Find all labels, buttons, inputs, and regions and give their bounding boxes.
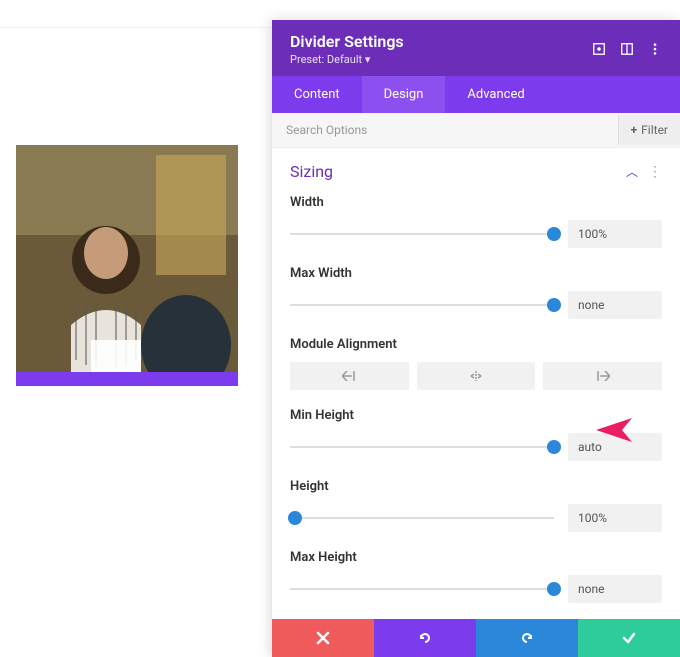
slider-width[interactable] xyxy=(290,226,554,242)
undo-button[interactable] xyxy=(374,619,476,657)
tab-content[interactable]: Content xyxy=(272,76,362,113)
expand-icon[interactable] xyxy=(592,42,606,56)
input-height[interactable]: 100% xyxy=(568,504,662,532)
tab-design[interactable]: Design xyxy=(362,76,446,113)
panel-header: Divider Settings Preset: Default ▾ xyxy=(272,20,680,76)
slider-max-height[interactable] xyxy=(290,581,554,597)
slider-height[interactable] xyxy=(290,510,554,526)
more-icon[interactable] xyxy=(648,42,662,56)
filter-button[interactable]: +Filter xyxy=(618,115,680,145)
section-more-icon[interactable]: ⋮ xyxy=(648,165,662,179)
slider-min-height[interactable] xyxy=(290,439,554,455)
align-center-button[interactable] xyxy=(417,362,536,390)
tab-advanced[interactable]: Advanced xyxy=(445,76,546,113)
input-max-height[interactable]: none xyxy=(568,575,662,603)
collapse-section-icon[interactable]: ︿ xyxy=(626,163,638,180)
slider-max-width[interactable] xyxy=(290,297,554,313)
redo-button[interactable] xyxy=(476,619,578,657)
label-min-height: Min Height xyxy=(290,408,662,423)
section-title-sizing: Sizing xyxy=(290,162,333,181)
module-divider-bar xyxy=(16,372,238,386)
label-max-height: Max Height xyxy=(290,550,662,565)
panel-layout-icon[interactable] xyxy=(620,42,634,56)
preset-selector[interactable]: Preset: Default ▾ xyxy=(290,53,404,66)
content-module[interactable] xyxy=(16,145,238,386)
cancel-button[interactable] xyxy=(272,619,374,657)
panel-title: Divider Settings xyxy=(290,32,404,51)
input-width[interactable]: 100% xyxy=(568,220,662,248)
tabs: Content Design Advanced xyxy=(272,76,680,113)
confirm-button[interactable] xyxy=(578,619,680,657)
search-row: Search Options +Filter xyxy=(272,113,680,148)
input-max-width[interactable]: none xyxy=(568,291,662,319)
label-max-width: Max Width xyxy=(290,266,662,281)
panel-footer xyxy=(272,619,680,657)
label-height: Height xyxy=(290,479,662,494)
align-right-button[interactable] xyxy=(543,362,662,390)
settings-panel: Divider Settings Preset: Default ▾ Conte… xyxy=(272,20,680,657)
align-left-button[interactable] xyxy=(290,362,409,390)
input-min-height[interactable]: auto xyxy=(568,433,662,461)
search-input[interactable]: Search Options xyxy=(272,113,618,147)
label-alignment: Module Alignment xyxy=(290,337,662,352)
label-width: Width xyxy=(290,195,662,210)
image-placeholder xyxy=(16,145,238,372)
